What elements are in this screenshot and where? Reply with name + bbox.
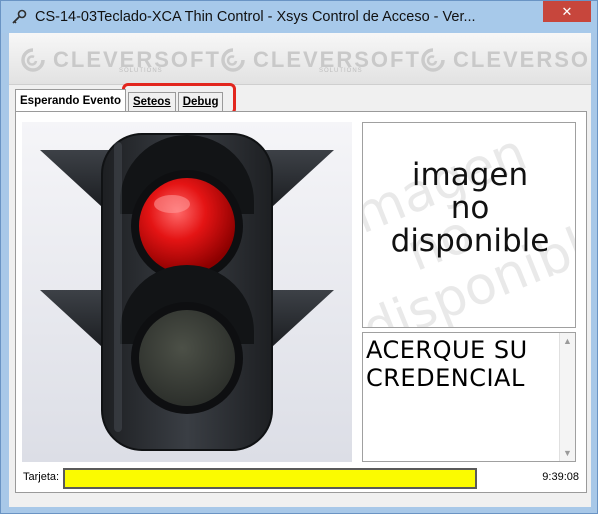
tab-panel-esperando-evento: imagen no disponible imagen no disponibl… <box>15 111 587 493</box>
window-title: CS-14-03Teclado-XCA Thin Control - Xsys … <box>35 9 476 25</box>
traffic-light-panel <box>22 122 352 462</box>
photo-placeholder: imagen no disponible imagen no disponibl… <box>362 122 576 328</box>
key-icon <box>11 9 27 25</box>
scroll-down-arrow-icon[interactable]: ▼ <box>560 445 575 461</box>
card-label: Tarjeta: <box>23 471 60 483</box>
status-bar: Tarjeta: 9:39:08 <box>9 465 591 491</box>
brand-logo: CLEVERSOFT <box>421 45 591 75</box>
message-text: ACERQUE SU CREDENCIAL <box>366 336 528 392</box>
brand-logo: CLEVERSOFT SOLUTIONS <box>21 45 221 75</box>
card-input[interactable] <box>63 468 477 489</box>
brand-banner: CLEVERSOFT SOLUTIONS CLEVERSOFT SOLUTION… <box>9 33 591 85</box>
cleversoft-logo-icon <box>421 48 445 72</box>
traffic-light-icon <box>40 133 334 451</box>
title-bar[interactable]: CS-14-03Teclado-XCA Thin Control - Xsys … <box>1 1 597 33</box>
brand-logo: CLEVERSOFT SOLUTIONS <box>221 45 421 75</box>
vertical-scrollbar[interactable]: ▲ ▼ <box>559 333 575 461</box>
image-unavailable-text: imagen no disponible <box>390 157 550 259</box>
message-textarea[interactable]: ACERQUE SU CREDENCIAL ▲ ▼ <box>362 332 576 462</box>
cleversoft-logo-icon <box>221 48 245 72</box>
tab-esperando-evento[interactable]: Esperando Evento <box>15 89 126 111</box>
close-button[interactable]: ✕ <box>543 1 591 22</box>
scroll-up-arrow-icon[interactable]: ▲ <box>560 333 575 349</box>
app-window: CS-14-03Teclado-XCA Thin Control - Xsys … <box>0 0 598 514</box>
clock-display: 9:39:08 <box>542 471 579 483</box>
close-icon: ✕ <box>561 3 573 19</box>
cleversoft-logo-icon <box>21 48 45 72</box>
client-area: CLEVERSOFT SOLUTIONS CLEVERSOFT SOLUTION… <box>9 33 591 507</box>
